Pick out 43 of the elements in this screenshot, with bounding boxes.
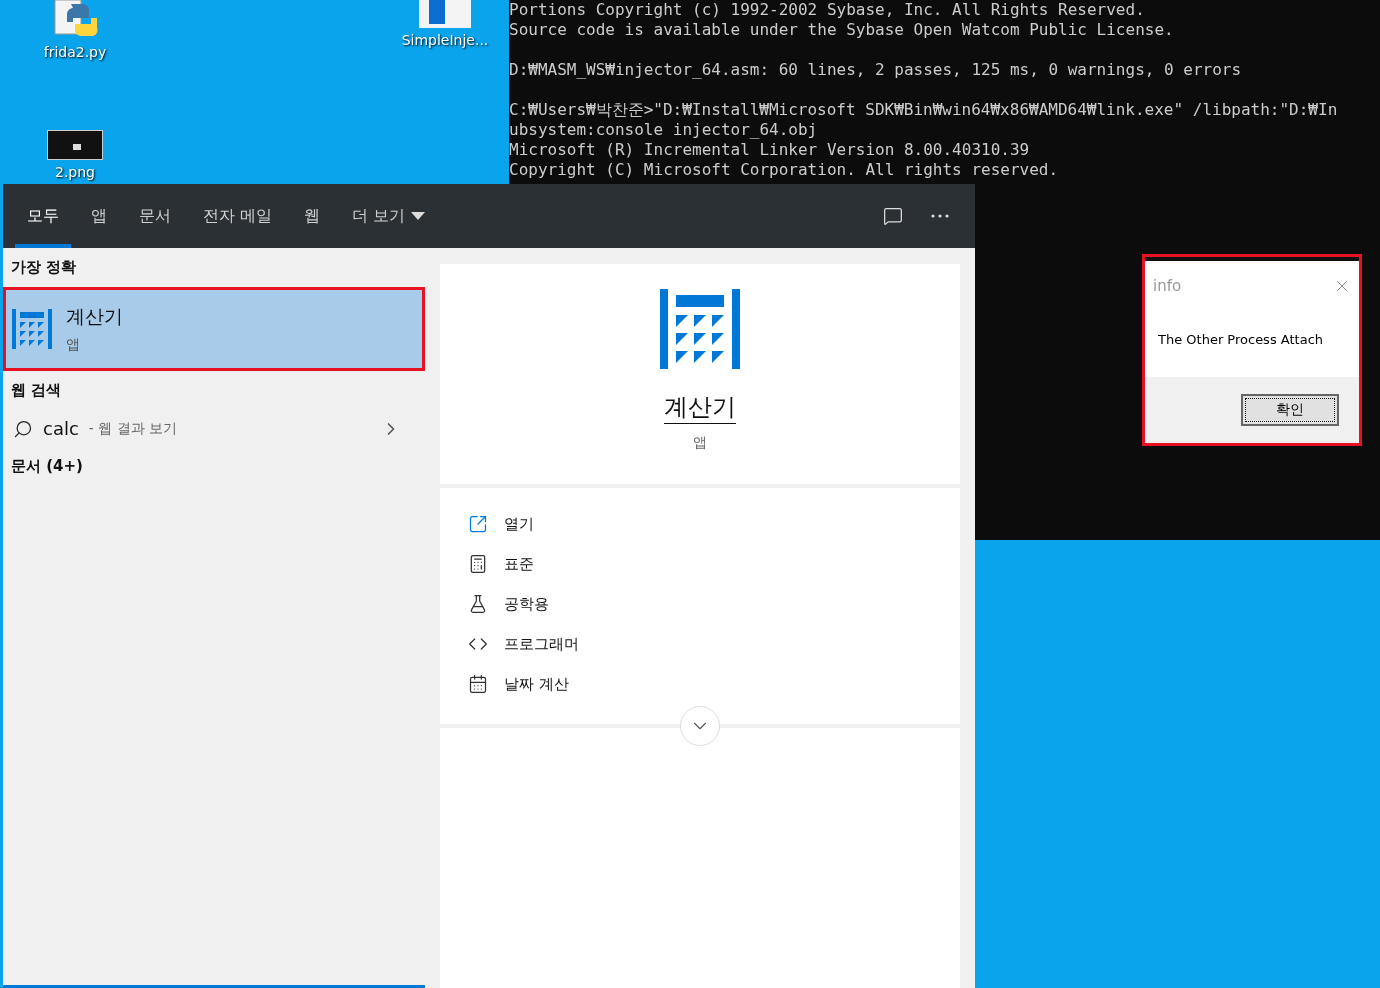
result-title: 계산기 (66, 304, 123, 329)
speech-bubble-icon (883, 206, 903, 226)
ok-button[interactable]: 확인 (1241, 394, 1339, 426)
filter-tab[interactable]: 웹 (292, 184, 333, 248)
filter-tab[interactable]: 문서 (127, 184, 183, 248)
action-item[interactable]: 열기 (440, 504, 960, 544)
dialog-message: The Other Process Attach (1158, 331, 1323, 347)
dialog-title: info (1153, 277, 1182, 295)
console-line: Microsoft (R) Incremental Linker Version 8.00.40310.39 (509, 140, 1030, 160)
result-subtitle: 앱 (66, 336, 81, 354)
app-title: 계산기 (664, 391, 736, 424)
action-item[interactable]: 프로그래머 (440, 624, 960, 664)
filter-tab[interactable]: 전자 메일 (191, 184, 285, 248)
open-window-icon (468, 514, 488, 534)
console-line: D:₩MASM_WS₩injector_64.asm: 60 lines, 2 passes, 125 ms, 0 warnings, 0 errors (509, 60, 1242, 80)
calculator-icon (12, 309, 52, 349)
filter-tab[interactable]: 앱 (79, 184, 119, 248)
calculator-icon (660, 289, 740, 369)
section-heading: 웹 검색 (10, 380, 63, 401)
document-icon (419, 0, 471, 28)
search-query: calc (43, 418, 79, 439)
app-subtitle: 앱 (693, 434, 707, 452)
search-icon (13, 418, 33, 439)
section-heading: 문서 (4+) (10, 456, 84, 477)
calculator-icon (468, 554, 488, 574)
search-result-item[interactable]: 계산기 앱 (3, 287, 425, 371)
action-item[interactable]: 표준 (440, 544, 960, 584)
flask-icon (468, 594, 488, 614)
web-search-item[interactable]: calc - 웹 결과 보기 (3, 410, 425, 447)
console-line: Copyright (C) Microsoft Corporation. All rights reserved. (509, 160, 1059, 180)
console-line: Source code is available under the Sybase Open Watcom Public License. (509, 20, 1174, 40)
ellipsis-icon (931, 214, 949, 218)
action-item[interactable]: 공학용 (440, 584, 960, 624)
console-line: ubsystem:console injector_64.obj (509, 120, 818, 140)
action-item[interactable]: 날짜 계산 (440, 664, 960, 704)
image-thumbnail-icon (47, 130, 103, 160)
section-heading: 가장 정확 (10, 257, 78, 278)
console-line: Portions Copyright (c) 1992-2002 Sybase, Inc. All Rights Reserved. (509, 0, 1145, 20)
filter-tab[interactable]: 더 보기 (340, 184, 438, 248)
console-line: C:₩Users₩박찬준>"D:₩Install₩Microsoft SDK₩Bin₩win64₩x86₩AMD64₩link.exe" /libpath:"D:₩In (509, 100, 1338, 120)
calendar-icon (468, 674, 488, 694)
caret-icon (411, 212, 426, 220)
web-results-hint: - 웹 결과 보기 (88, 419, 179, 438)
